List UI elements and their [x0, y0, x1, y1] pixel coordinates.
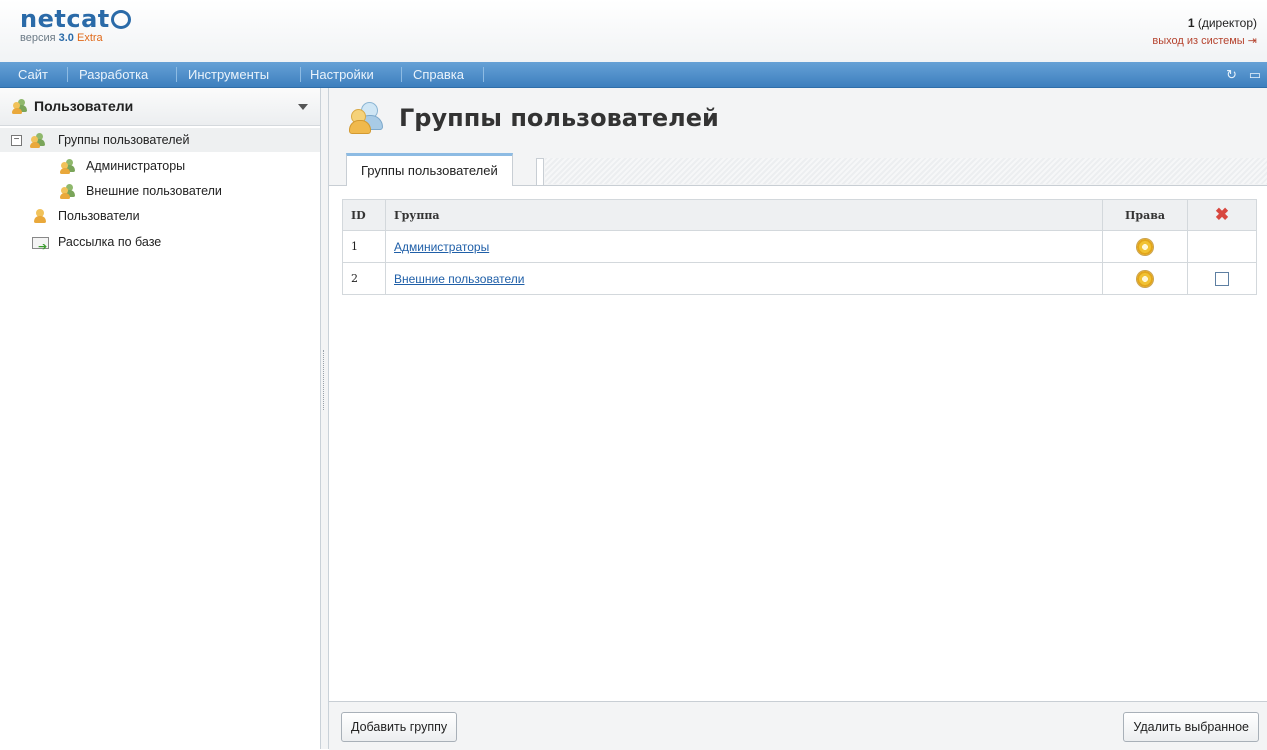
- chevron-down-icon[interactable]: [298, 104, 308, 110]
- group-link[interactable]: Администраторы: [394, 240, 489, 254]
- gear-icon[interactable]: [1137, 270, 1153, 287]
- delete-checkbox[interactable]: [1215, 271, 1229, 286]
- tree-item-administrators[interactable]: Администраторы: [0, 154, 320, 178]
- cell-group: Внешние пользователи: [385, 262, 1103, 295]
- cell-delete: [1187, 230, 1257, 263]
- tree-item-users[interactable]: Пользователи: [0, 204, 320, 228]
- app-header: netcat версия 3.0 Extra 1 (директор) вых…: [0, 0, 1267, 63]
- cell-group: Администраторы: [385, 230, 1103, 263]
- logout-link[interactable]: выход из системы ⇥: [1152, 34, 1257, 47]
- logo-text: netcat: [20, 5, 110, 33]
- group-link[interactable]: Внешние пользователи: [394, 272, 524, 286]
- version-number: 3.0: [58, 32, 74, 44]
- version-label: версия 3.0 Extra: [20, 32, 131, 44]
- users-group-icon: [349, 102, 383, 134]
- collapse-icon[interactable]: −: [11, 135, 22, 146]
- users-group-icon: [30, 133, 46, 148]
- current-user: 1 (директор): [1152, 16, 1257, 30]
- menu-right-tools: ↻ ▭: [1218, 62, 1261, 87]
- delete-selected-button[interactable]: Удалить выбранное: [1123, 712, 1259, 742]
- cat-icon: [110, 10, 131, 29]
- menu-separator: [176, 67, 177, 82]
- user-icon: [33, 209, 47, 223]
- table-row: 1 Администраторы: [342, 230, 1257, 263]
- tree-item-label: Внешние пользователи: [86, 184, 222, 198]
- cell-id: 2: [342, 262, 386, 295]
- page-title: Группы пользователей: [399, 104, 719, 132]
- panel-splitter[interactable]: [321, 88, 329, 749]
- tree-item-user-groups[interactable]: − Группы пользователей: [0, 128, 320, 152]
- column-header-id: ID: [342, 199, 386, 231]
- menu-item-help[interactable]: Справка: [413, 62, 464, 87]
- table-row: 2 Внешние пользователи: [342, 262, 1257, 295]
- delete-icon: ✖: [1214, 205, 1230, 225]
- column-header-rights: Права: [1102, 199, 1188, 231]
- menu-item-settings[interactable]: Настройки: [310, 62, 374, 87]
- chat-icon[interactable]: ▭: [1249, 67, 1261, 82]
- page-header: Группы пользователей: [329, 88, 1267, 150]
- tab-spacer: [536, 158, 544, 185]
- column-header-delete: ✖: [1187, 199, 1257, 231]
- footer-bar: Добавить группу Удалить выбранное: [329, 701, 1267, 750]
- sidebar: Пользователи − Группы пользователей Адми…: [0, 88, 321, 749]
- add-group-button[interactable]: Добавить группу: [341, 712, 458, 742]
- tabs-background: [545, 158, 1267, 184]
- splitter-grip[interactable]: [323, 350, 326, 410]
- sidebar-header[interactable]: Пользователи: [0, 88, 320, 126]
- users-group-icon: [60, 184, 76, 199]
- tabs-bar: Группы пользователей: [329, 150, 1267, 187]
- tree-item-label: Администраторы: [86, 159, 186, 173]
- cell-rights: [1102, 230, 1188, 263]
- sidebar-title: Пользователи: [34, 98, 134, 114]
- menu-item-tools[interactable]: Инструменты: [188, 62, 269, 87]
- logout-icon[interactable]: ⇥: [1248, 34, 1257, 47]
- logout-label[interactable]: выход из системы: [1152, 35, 1244, 47]
- menu-separator: [300, 67, 301, 82]
- logo-mark: netcat: [20, 6, 131, 32]
- content-area: ID Группа Права ✖ 1 Администраторы 2 Вне…: [329, 186, 1267, 701]
- table-header-row: ID Группа Права ✖: [342, 199, 1257, 231]
- tree-item-label: Группы пользователей: [58, 133, 190, 147]
- tree-item-label: Рассылка по базе: [58, 235, 162, 249]
- users-group-icon: [12, 99, 28, 114]
- main-panel: Группы пользователей Группы пользователе…: [329, 88, 1267, 750]
- user-role: (директор): [1197, 16, 1257, 30]
- menu-item-site[interactable]: Сайт: [18, 62, 48, 87]
- netcat-logo[interactable]: netcat версия 3.0 Extra: [20, 6, 131, 44]
- menu-item-development[interactable]: Разработка: [79, 62, 148, 87]
- groups-table: ID Группа Права ✖ 1 Администраторы 2 Вне…: [342, 199, 1257, 295]
- tree-item-label: Пользователи: [58, 209, 140, 223]
- gear-icon[interactable]: [1137, 238, 1153, 255]
- cell-delete: [1187, 262, 1257, 295]
- cell-rights: [1102, 262, 1188, 295]
- tree-item-mailing[interactable]: ➔ Рассылка по базе: [0, 230, 320, 254]
- user-id: 1: [1187, 16, 1195, 30]
- menu-separator: [401, 67, 402, 82]
- tab-user-groups[interactable]: Группы пользователей: [346, 153, 513, 187]
- column-header-group: Группа: [385, 199, 1103, 231]
- version-edition: Extra: [76, 32, 103, 44]
- user-box: 1 (директор) выход из системы ⇥: [1152, 16, 1257, 47]
- tree-item-external-users[interactable]: Внешние пользователи: [0, 179, 320, 203]
- users-group-icon: [60, 159, 76, 174]
- refresh-icon[interactable]: ↻: [1226, 67, 1237, 82]
- main-menu-bar: Сайт Разработка Инструменты Настройки Сп…: [0, 62, 1267, 88]
- cell-id: 1: [342, 230, 386, 263]
- version-prefix: версия: [20, 32, 56, 44]
- menu-separator: [67, 67, 68, 82]
- menu-separator: [483, 67, 484, 82]
- mail-send-icon: ➔: [32, 237, 49, 253]
